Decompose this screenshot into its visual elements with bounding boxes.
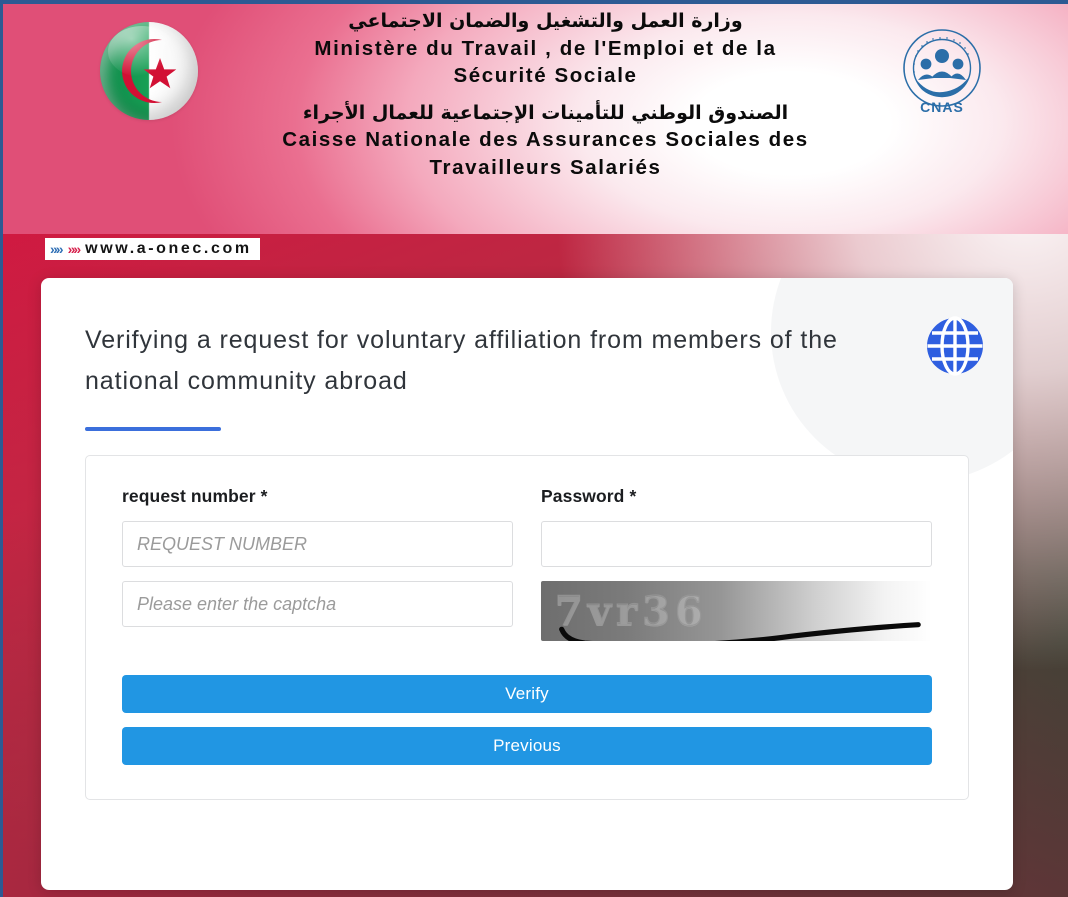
verify-button[interactable]: Verify bbox=[122, 675, 932, 713]
title-underline-accent bbox=[85, 427, 221, 431]
form-fields-grid: request number* Password* 7vr36 bbox=[122, 486, 932, 641]
fund-name-french-line1: Caisse Nationale des Assurances Sociales… bbox=[282, 128, 809, 152]
header-text-block: وزارة العمل والتشغيل والضمان الاجتماعي M… bbox=[213, 10, 878, 181]
cnas-logo-icon: CNAS bbox=[898, 26, 986, 118]
cnas-logo-text: CNAS bbox=[920, 99, 964, 115]
previous-button[interactable]: Previous bbox=[122, 727, 932, 765]
algeria-flag-icon bbox=[100, 22, 198, 120]
page-title: Verifying a request for voluntary affili… bbox=[85, 326, 838, 395]
fund-name-french-line2: Travailleurs Salariés bbox=[429, 155, 662, 179]
fund-name-arabic: الصندوق الوطني للتأمينات الإجتماعية للعم… bbox=[302, 101, 789, 124]
main-content-card: Verifying a request for voluntary affili… bbox=[41, 278, 1013, 890]
password-column: Password * 7vr36 bbox=[541, 486, 932, 641]
flag-gloss bbox=[107, 25, 177, 77]
required-asterisk: * bbox=[629, 486, 637, 506]
globe-icon bbox=[921, 312, 989, 380]
verification-form-panel: request number* Password* 7vr36 bbox=[85, 455, 969, 800]
captcha-input[interactable] bbox=[122, 581, 513, 627]
password-input[interactable] bbox=[541, 521, 932, 567]
password-label: Password * bbox=[541, 486, 932, 507]
captcha-image[interactable]: 7vr36 bbox=[541, 581, 932, 641]
password-label-text: Password bbox=[541, 486, 625, 506]
captcha-noise-stroke bbox=[559, 622, 921, 641]
site-header-banner: وزارة العمل والتشغيل والضمان الاجتماعي M… bbox=[3, 4, 1068, 234]
card-header-area: Verifying a request for voluntary affili… bbox=[41, 278, 1013, 431]
website-url-text: www.a-onec.com bbox=[85, 239, 252, 257]
request-number-column: request number * bbox=[122, 486, 513, 641]
request-number-label-text: request number bbox=[122, 486, 256, 506]
request-number-input[interactable] bbox=[122, 521, 513, 567]
chevron-blue-icon: »» bbox=[50, 240, 64, 257]
ministry-name-french-line2: Sécurité Sociale bbox=[453, 64, 638, 88]
request-number-label: request number * bbox=[122, 486, 513, 507]
page-root: وزارة العمل والتشغيل والضمان الاجتماعي M… bbox=[0, 0, 1068, 897]
website-url-ribbon: »» »» www.a-onec.com bbox=[45, 238, 260, 260]
ministry-name-french-line1: Ministère du Travail , de l'Emploi et de… bbox=[314, 36, 777, 60]
required-asterisk: * bbox=[260, 486, 268, 506]
form-actions: Verify Previous bbox=[122, 675, 932, 765]
ministry-name-arabic: وزارة العمل والتشغيل والضمان الاجتماعي bbox=[348, 10, 743, 32]
chevron-red-icon: »» bbox=[67, 240, 82, 257]
